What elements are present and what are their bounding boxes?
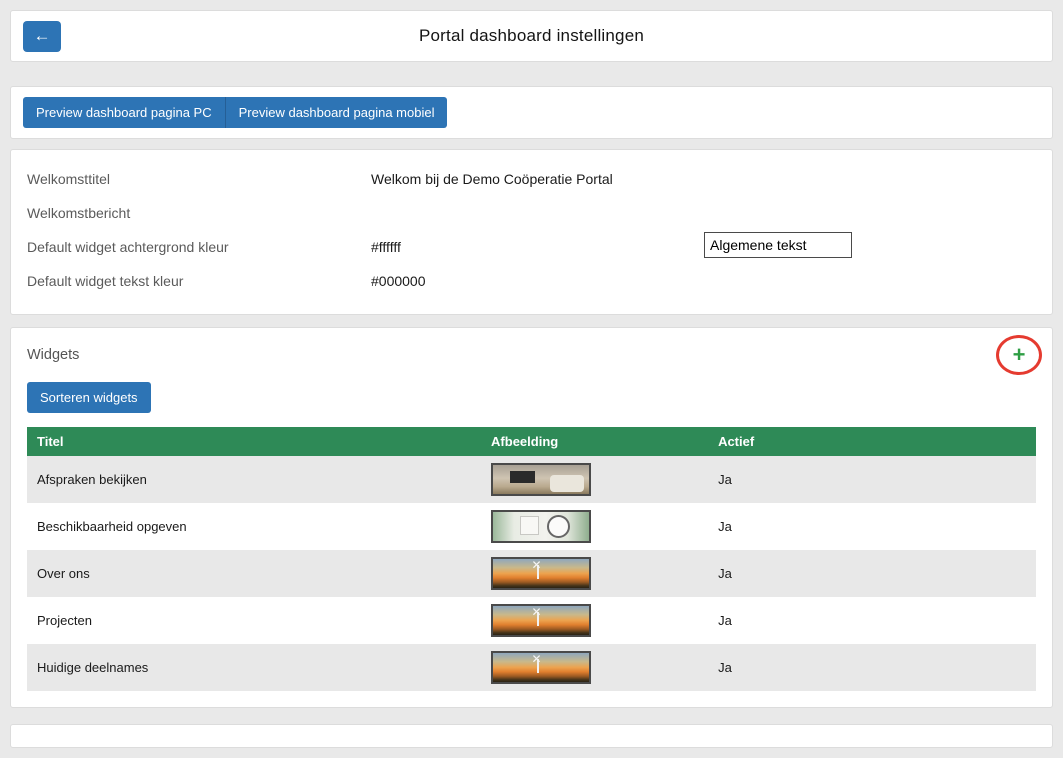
widget-title-cell: Beschikbaarheid opgeven	[27, 514, 481, 539]
table-header-actief: Actief	[708, 427, 1036, 456]
table-row-projecten[interactable]: Projecten Ja	[27, 597, 1036, 644]
page: ← Portal dashboard instellingen Preview …	[0, 0, 1063, 758]
page-title: Portal dashboard instellingen	[11, 26, 1052, 46]
widgets-header: Widgets +	[27, 340, 1036, 370]
widget-thumbnail	[491, 557, 591, 590]
widgets-panel: Widgets + Sorteren widgets Titel Afbeeld…	[10, 327, 1053, 708]
field-row-tekst-kleur: Default widget tekst kleur #000000	[27, 264, 1036, 298]
widget-image-cell	[481, 552, 708, 595]
field-value: #ffffff	[371, 239, 401, 255]
widget-active-cell: Ja	[708, 561, 1036, 586]
widget-title-cell: Projecten	[27, 608, 481, 633]
footer-strip	[10, 724, 1053, 748]
table-row-afspraken-bekijken[interactable]: Afspraken bekijken Ja	[27, 456, 1036, 503]
table-row-over-ons[interactable]: Over ons Ja	[27, 550, 1036, 597]
widget-image-cell	[481, 458, 708, 501]
widget-thumbnail	[491, 651, 591, 684]
widget-image-cell	[481, 599, 708, 642]
back-button[interactable]: ←	[23, 21, 61, 52]
widget-title-cell: Huidige deelnames	[27, 655, 481, 680]
widget-title-cell: Over ons	[27, 561, 481, 586]
widgets-table: Titel Afbeelding Actief Afspraken bekijk…	[27, 427, 1036, 691]
settings-panel: Welkomsttitel Welkom bij de Demo Coöpera…	[10, 149, 1053, 315]
add-widget-button[interactable]: +	[1013, 344, 1026, 366]
field-row-achtergrond-kleur: Default widget achtergrond kleur #ffffff	[27, 230, 1036, 264]
field-value: Welkom bij de Demo Coöperatie Portal	[371, 171, 613, 187]
field-value: #000000	[371, 273, 426, 289]
preview-dashboard-mobile-button[interactable]: Preview dashboard pagina mobiel	[225, 97, 448, 128]
widget-thumbnail	[491, 510, 591, 543]
field-row-welkomsttitel: Welkomsttitel Welkom bij de Demo Coöpera…	[27, 162, 1036, 196]
field-row-welkomstbericht: Welkomstbericht	[27, 196, 1036, 230]
table-row-beschikbaarheid-opgeven[interactable]: Beschikbaarheid opgeven Ja	[27, 503, 1036, 550]
field-label: Default widget achtergrond kleur	[27, 239, 371, 255]
preview-button-group: Preview dashboard pagina PC Preview dash…	[23, 97, 447, 128]
widget-active-cell: Ja	[708, 655, 1036, 680]
add-widget-area: +	[1002, 344, 1036, 366]
widget-image-cell	[481, 646, 708, 689]
table-row-huidige-deelnames[interactable]: Huidige deelnames Ja	[27, 644, 1036, 691]
widget-active-cell: Ja	[708, 467, 1036, 492]
header-bar: ← Portal dashboard instellingen	[10, 10, 1053, 62]
widgets-section-title: Widgets	[27, 347, 79, 363]
table-header-afbeelding: Afbeelding	[481, 427, 708, 456]
sort-widgets-button[interactable]: Sorteren widgets	[27, 382, 151, 413]
field-label: Welkomsttitel	[27, 171, 371, 187]
field-label: Default widget tekst kleur	[27, 273, 371, 289]
general-text-input[interactable]	[704, 232, 852, 258]
preview-dashboard-pc-button[interactable]: Preview dashboard pagina PC	[23, 97, 225, 128]
preview-buttons-bar: Preview dashboard pagina PC Preview dash…	[10, 86, 1053, 139]
table-header-row: Titel Afbeelding Actief	[27, 427, 1036, 456]
widget-image-cell	[481, 505, 708, 548]
field-label: Welkomstbericht	[27, 205, 371, 221]
widget-thumbnail	[491, 463, 591, 496]
table-header-titel: Titel	[27, 427, 481, 456]
widget-active-cell: Ja	[708, 514, 1036, 539]
widget-title-cell: Afspraken bekijken	[27, 467, 481, 492]
widget-active-cell: Ja	[708, 608, 1036, 633]
table-body: Afspraken bekijken Ja Beschikbaarheid op…	[27, 456, 1036, 691]
widget-thumbnail	[491, 604, 591, 637]
back-arrow-icon: ←	[34, 26, 51, 46]
